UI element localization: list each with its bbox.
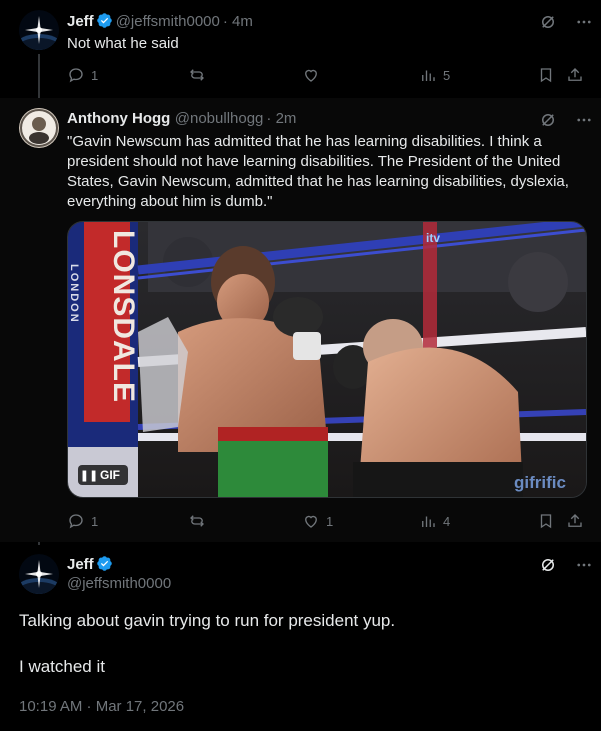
more-icon[interactable] — [575, 556, 593, 574]
reply-count: 1 — [91, 513, 99, 529]
tweet-actions: 1 1 4 — [0, 512, 601, 532]
share-icon — [568, 514, 582, 527]
author-handle[interactable]: @jeffsmith0000 — [67, 575, 171, 592]
tweet-text: Not what he said — [67, 35, 179, 52]
verified-icon — [96, 13, 112, 28]
views-button[interactable]: 5 — [419, 66, 450, 84]
like-count: 1 — [326, 513, 334, 529]
banner-text: LONSDALE — [107, 230, 140, 403]
reply-icon — [69, 68, 83, 83]
tweet-timestamp[interactable]: 10:19 AM · Mar 17, 2026 — [19, 698, 184, 715]
gif-label: GIF — [100, 468, 120, 482]
bookmark-button[interactable] — [537, 512, 555, 530]
tweet-text-line-2: I watched it — [19, 657, 105, 676]
repost-button[interactable] — [188, 512, 206, 530]
banner-subtext: LONDON — [68, 264, 80, 324]
pause-icon[interactable]: ❚❚ — [78, 465, 100, 485]
boxing-gif-frame: itv gifrific LONSDALE LONDON — [68, 222, 586, 497]
tweet-actions: 1 5 — [0, 66, 601, 86]
avatar[interactable] — [19, 554, 59, 594]
views-icon — [422, 516, 435, 527]
author-name[interactable]: Anthony Hogg — [67, 110, 170, 127]
share-button[interactable] — [566, 512, 584, 530]
gif-badge[interactable]: ❚❚ GIF — [78, 465, 128, 485]
bookmark-icon — [540, 514, 552, 529]
grok-icon[interactable] — [539, 111, 557, 129]
like-icon — [305, 515, 317, 528]
tweet-text-line-1: Talking about gavin trying to run for pr… — [19, 611, 396, 630]
reply-button[interactable]: 1 — [67, 66, 98, 84]
tweet-text: "Gavin Newscum has admitted that he has … — [67, 133, 569, 210]
like-button[interactable]: 1 — [302, 512, 333, 530]
bookmark-icon — [540, 68, 552, 83]
bookmark-button[interactable] — [537, 66, 555, 84]
share-icon — [568, 68, 582, 81]
gif-media[interactable]: itv gifrific LONSDALE LONDON ❚❚ GIF — [67, 221, 587, 498]
share-button[interactable] — [566, 66, 584, 84]
repost-button[interactable] — [188, 66, 206, 84]
gif-watermark: gifrific — [514, 473, 566, 492]
author-name[interactable]: Jeff — [67, 13, 94, 30]
verified-icon — [96, 556, 112, 571]
avatar[interactable] — [19, 10, 59, 50]
author-handle[interactable]: @jeffsmith0000 — [116, 13, 220, 30]
like-icon — [305, 69, 317, 82]
repost-icon — [190, 515, 204, 527]
more-icon[interactable] — [575, 111, 593, 129]
tweet-jeff-1[interactable]: Jeff @jeffsmith0000 · 4m Not what he said … — [0, 0, 601, 96]
reply-icon — [69, 514, 83, 529]
tweet-anthony-hogg[interactable]: Anthony Hogg @nobullhogg · 2m "Gavin News… — [0, 98, 601, 542]
reply-button[interactable]: 1 — [67, 512, 98, 530]
views-icon — [422, 70, 435, 81]
itv-logo: itv — [426, 231, 440, 245]
views-button[interactable]: 4 — [419, 512, 450, 530]
author-name[interactable]: Jeff — [67, 556, 94, 573]
tweet-time[interactable]: · 2m — [266, 110, 296, 127]
views-count: 4 — [443, 513, 451, 529]
more-icon[interactable] — [575, 13, 593, 31]
views-count: 5 — [443, 67, 451, 83]
like-button[interactable] — [302, 66, 320, 84]
grok-icon[interactable] — [539, 13, 557, 31]
tweet-jeff-main[interactable]: Jeff @jeffsmith0000 Talking about gavin … — [0, 544, 601, 731]
tweet-time[interactable]: · 4m — [223, 13, 253, 30]
reply-count: 1 — [91, 67, 99, 83]
avatar[interactable] — [19, 108, 59, 148]
grok-icon[interactable] — [539, 556, 557, 574]
author-handle[interactable]: @nobullhogg — [175, 110, 264, 127]
repost-icon — [190, 69, 204, 81]
